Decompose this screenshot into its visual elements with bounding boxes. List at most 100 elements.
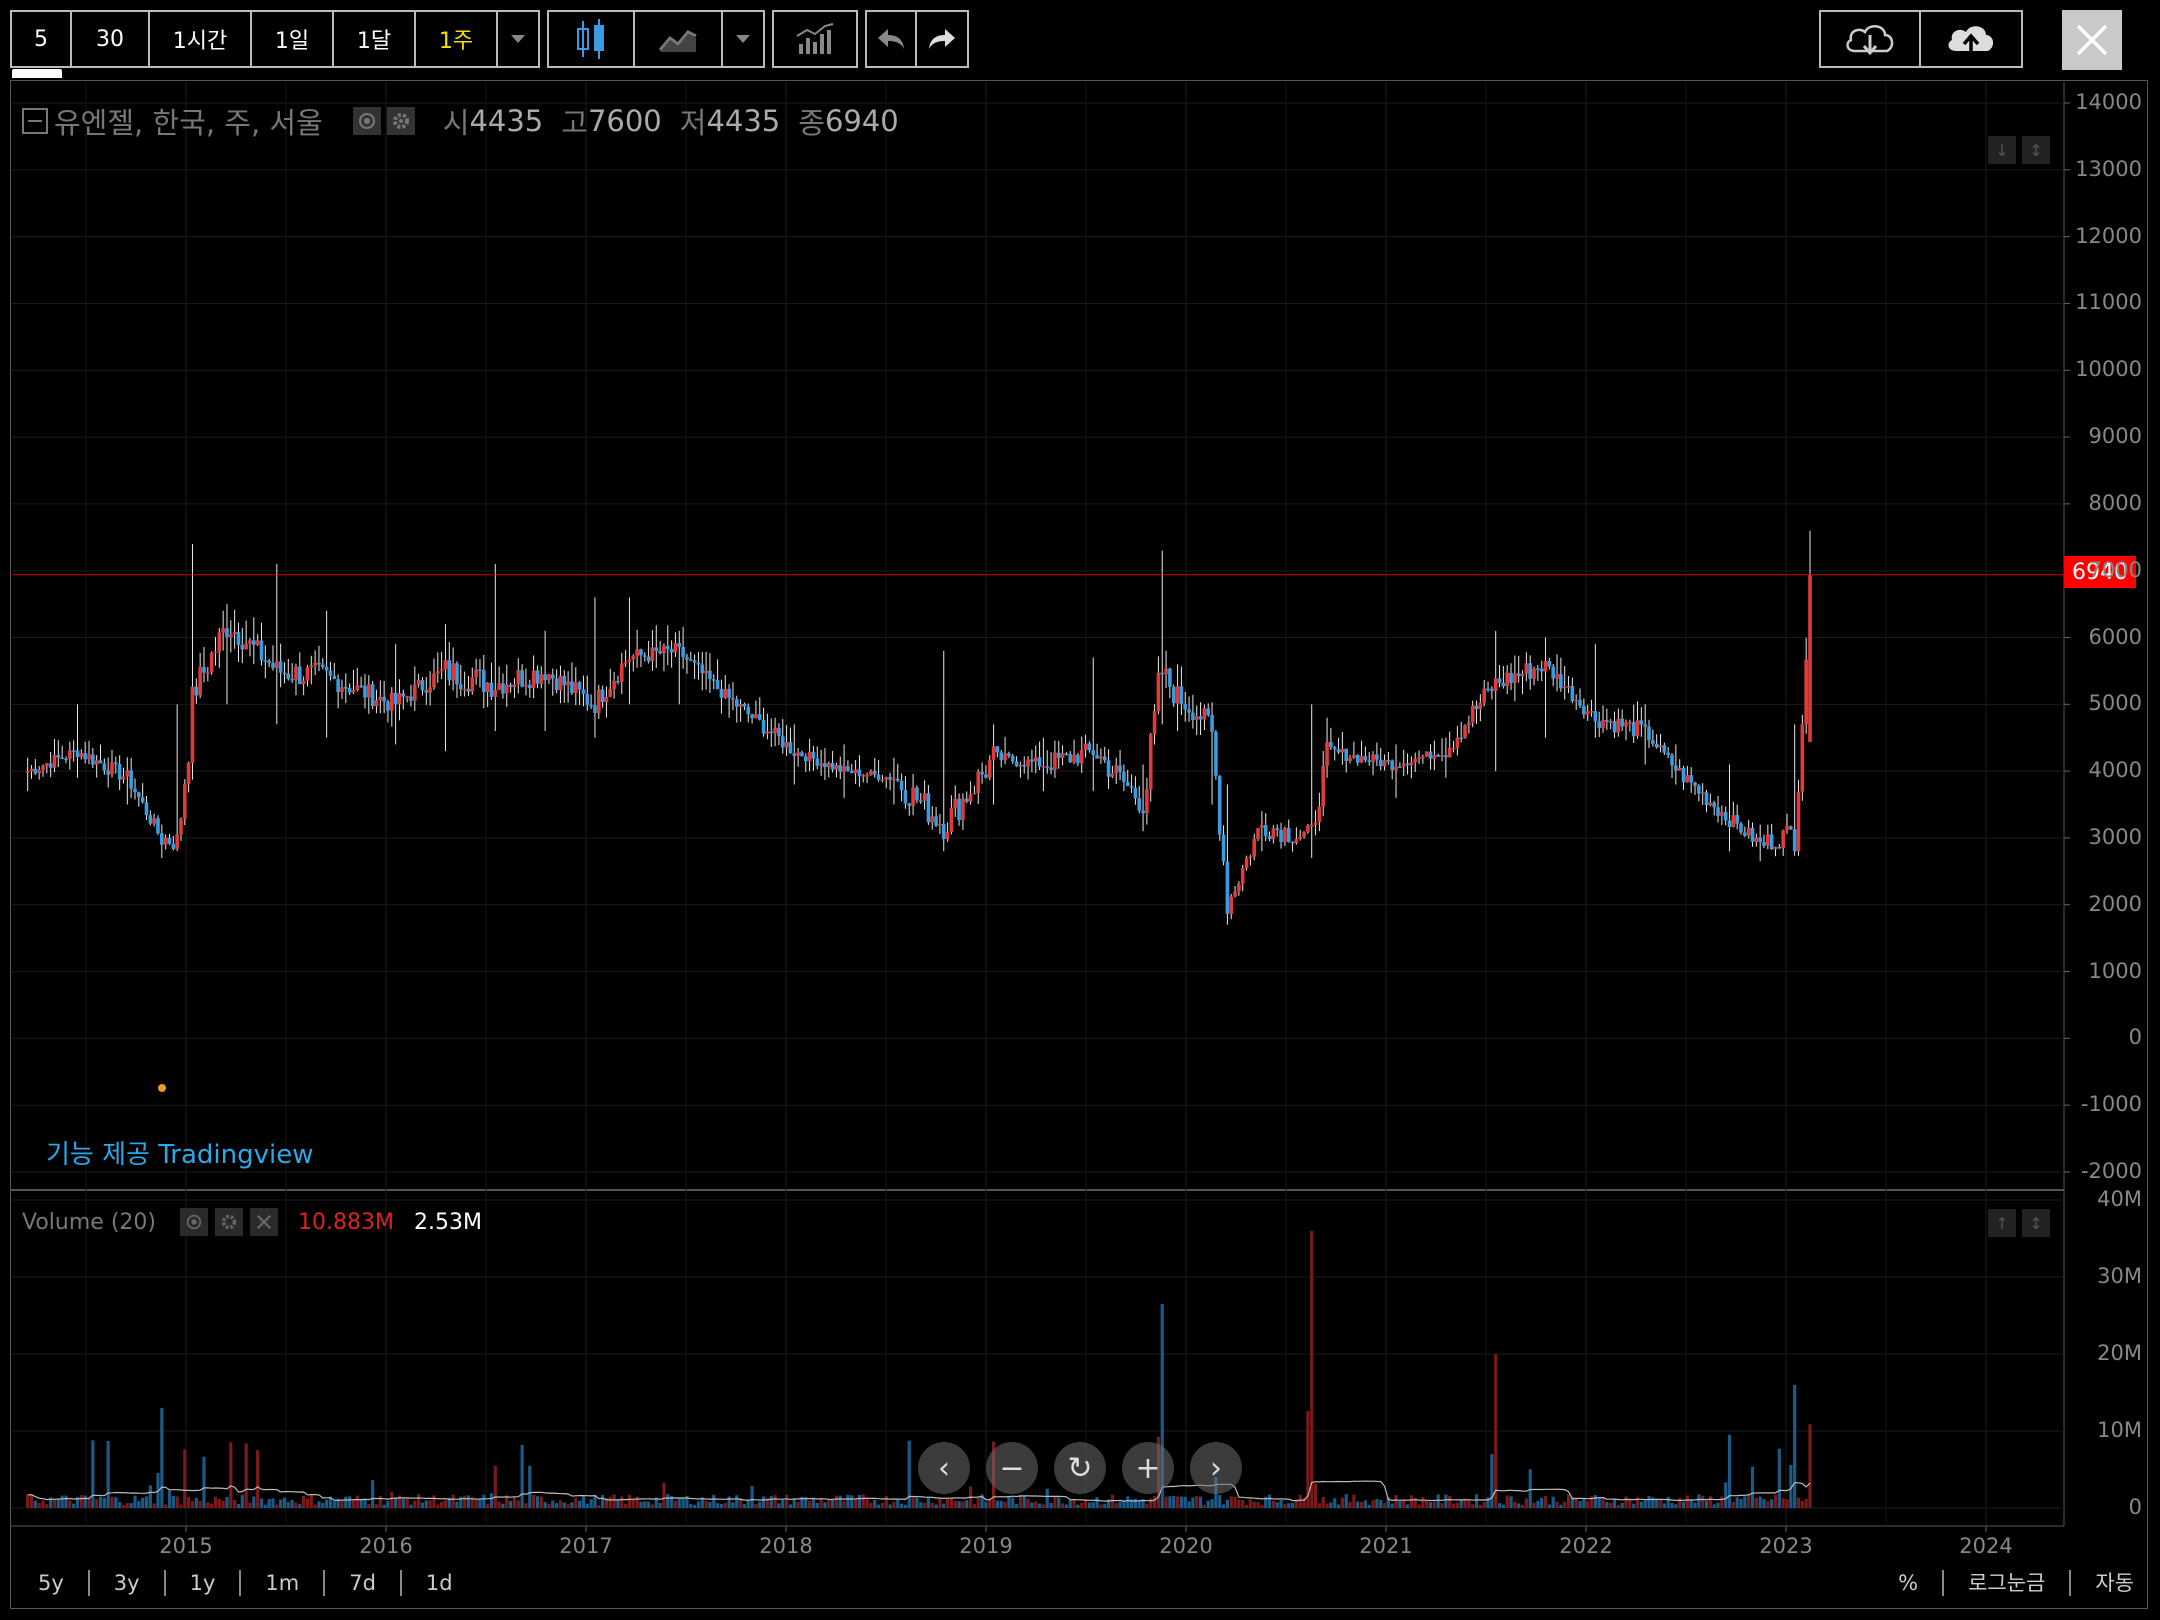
- candle-body: [1658, 745, 1663, 748]
- volume-bar: [1256, 1502, 1260, 1508]
- candle-body: [1447, 747, 1452, 758]
- volume-bar: [252, 1496, 256, 1508]
- eye-icon[interactable]: [352, 107, 381, 135]
- range-7d-button[interactable]: 7d: [325, 1570, 402, 1596]
- candle-body: [1217, 775, 1222, 835]
- range-1m-button[interactable]: 1m: [241, 1570, 326, 1596]
- candle-body: [1516, 673, 1521, 677]
- candle-body: [1283, 828, 1287, 843]
- candle-body: [842, 766, 846, 772]
- candle-body: [1344, 748, 1349, 761]
- zoom-out-button[interactable]: −: [986, 1442, 1038, 1494]
- price-chart[interactable]: [0, 0, 2160, 1620]
- candle-body: [370, 684, 375, 707]
- remove-icon[interactable]: [249, 1208, 278, 1236]
- volume-bar: [1310, 1230, 1314, 1508]
- candle-body: [796, 752, 800, 756]
- candle-body: [190, 686, 195, 763]
- candle-body: [849, 770, 854, 774]
- candle-body: [1685, 775, 1690, 783]
- candle-body: [1409, 762, 1414, 766]
- candle-body: [102, 763, 107, 771]
- volume-bar: [1133, 1498, 1138, 1508]
- candle-body: [355, 685, 360, 691]
- candle-body: [1306, 825, 1310, 832]
- range-1d-button[interactable]: 1d: [402, 1570, 477, 1596]
- candle-body: [631, 656, 636, 660]
- volume-bar: [1114, 1503, 1118, 1508]
- auto-scale-button[interactable]: 자동: [2071, 1570, 2134, 1596]
- volume-bar: [1747, 1494, 1751, 1508]
- gear-icon[interactable]: [214, 1208, 243, 1236]
- range-3y-button[interactable]: 3y: [90, 1570, 166, 1596]
- percent-scale-button[interactable]: %: [1874, 1570, 1945, 1596]
- candle-body: [1574, 699, 1578, 702]
- chevron-right-icon: ›: [1210, 1450, 1222, 1486]
- volume-legend: Volume (20) 10.883M 2.53M: [22, 1208, 482, 1236]
- volume-bar: [482, 1494, 486, 1508]
- volume-bar: [608, 1496, 612, 1508]
- volume-bar: [443, 1500, 448, 1508]
- volume-bar: [1428, 1502, 1433, 1508]
- candle-body: [1509, 672, 1513, 684]
- candle-body: [872, 770, 877, 775]
- range-1y-button[interactable]: 1y: [166, 1570, 242, 1596]
- volume-bar: [1260, 1504, 1264, 1508]
- scroll-left-button[interactable]: ‹: [918, 1442, 970, 1494]
- candle-body: [1171, 686, 1176, 704]
- candle-body: [1451, 747, 1456, 750]
- volume-bar: [1344, 1494, 1348, 1508]
- candle-body: [650, 647, 655, 662]
- candle-body: [1102, 756, 1107, 761]
- price-axis-label: 4000: [2088, 758, 2142, 783]
- volume-bar: [1060, 1503, 1065, 1508]
- candle-body: [1712, 802, 1716, 808]
- volume-bar: [693, 1504, 697, 1508]
- candle-body: [1789, 826, 1793, 830]
- move-down-icon[interactable]: ↓: [1988, 136, 2016, 164]
- volume-ma-value: 2.53M: [413, 1209, 482, 1235]
- maximize-pane-icon[interactable]: ↕: [2022, 1209, 2050, 1237]
- volume-bar: [351, 1499, 356, 1508]
- collapse-legend-icon[interactable]: [22, 108, 48, 134]
- volume-bar: [1241, 1500, 1245, 1508]
- candle-body: [504, 684, 509, 694]
- volume-bar: [1283, 1503, 1287, 1508]
- maximize-pane-icon[interactable]: ↕: [2022, 136, 2050, 164]
- tradingview-credit[interactable]: 기능 제공 Tradingview: [46, 1134, 313, 1171]
- scroll-right-button[interactable]: ›: [1190, 1442, 1242, 1494]
- volume-bar: [1773, 1494, 1778, 1508]
- range-5y-button[interactable]: 5y: [24, 1570, 90, 1596]
- volume-bar: [1091, 1502, 1095, 1508]
- move-up-icon[interactable]: ↑: [1988, 1209, 2016, 1237]
- candle-body: [516, 670, 521, 685]
- gear-icon[interactable]: [386, 107, 415, 135]
- volume-bar: [1800, 1501, 1804, 1508]
- chevron-left-icon: ‹: [938, 1450, 950, 1486]
- zoom-in-button[interactable]: +: [1122, 1442, 1174, 1494]
- volume-bar: [1076, 1504, 1080, 1508]
- volume-bar: [1609, 1502, 1613, 1508]
- volume-bar: [1616, 1504, 1620, 1508]
- volume-bar: [942, 1503, 946, 1508]
- candle-body: [524, 684, 528, 687]
- volume-bar: [355, 1495, 359, 1508]
- volume-bar: [1632, 1503, 1636, 1508]
- candle-body: [1666, 752, 1670, 756]
- volume-pane-controls: ↑ ↕: [1988, 1209, 2050, 1237]
- eye-icon[interactable]: [179, 1208, 208, 1236]
- volume-bar: [827, 1500, 831, 1508]
- volume-bar: [455, 1501, 459, 1508]
- volume-bar: [919, 1502, 923, 1508]
- candle-body: [593, 705, 597, 713]
- volume-bar: [1405, 1504, 1410, 1508]
- candle-body: [1014, 761, 1019, 767]
- volume-bar: [1639, 1501, 1643, 1508]
- reset-button[interactable]: ↻: [1054, 1442, 1106, 1494]
- candle-body: [1340, 748, 1345, 753]
- candle-body: [1444, 755, 1448, 758]
- log-scale-button[interactable]: 로그눈금: [1944, 1570, 2072, 1596]
- candle-body: [915, 787, 919, 801]
- candle-body: [1585, 711, 1590, 715]
- candle-body: [198, 666, 202, 696]
